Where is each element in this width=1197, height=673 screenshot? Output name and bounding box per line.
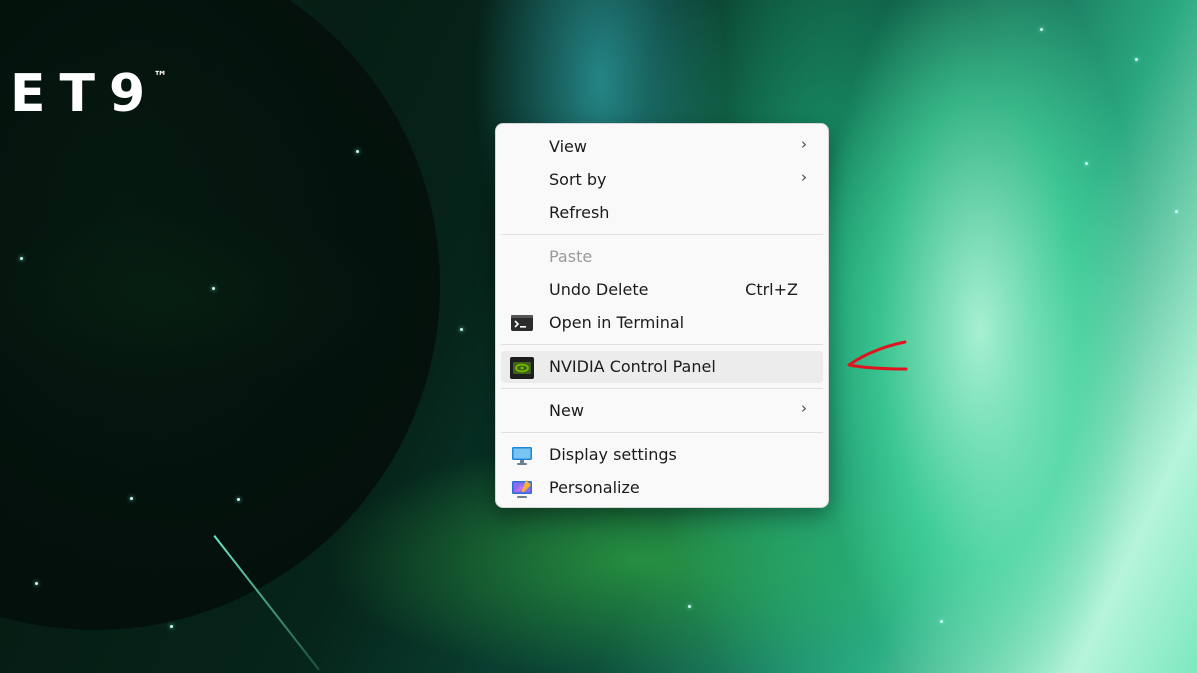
menu-item-label: Display settings — [549, 445, 677, 464]
logo-text: ET9 — [10, 64, 160, 124]
menu-item-paste: Paste — [501, 241, 823, 273]
star — [20, 257, 23, 260]
desktop-logo: ET9™ — [10, 68, 173, 120]
menu-item-nvidia-control-panel[interactable]: NVIDIA Control Panel — [501, 351, 823, 383]
star — [130, 497, 133, 500]
star — [356, 150, 359, 153]
chevron-right-icon: › — [801, 399, 807, 417]
menu-item-refresh[interactable]: Refresh — [501, 197, 823, 229]
menu-item-label: New — [549, 401, 584, 420]
terminal-icon — [510, 313, 534, 333]
menu-separator — [501, 344, 823, 345]
nvidia-icon — [510, 357, 534, 379]
star — [1085, 162, 1088, 165]
star — [212, 287, 215, 290]
menu-item-open-in-terminal[interactable]: Open in Terminal — [501, 307, 823, 339]
personalize-icon — [510, 478, 534, 498]
desktop-context-menu: View › Sort by › Refresh Paste Undo Dele… — [495, 123, 829, 508]
menu-item-label: View — [549, 137, 587, 156]
menu-item-label: Sort by — [549, 170, 607, 189]
menu-item-label: Refresh — [549, 203, 610, 222]
display-settings-icon — [510, 445, 534, 465]
chevron-right-icon: › — [801, 135, 807, 153]
menu-item-new[interactable]: New › — [501, 395, 823, 427]
menu-item-label: Paste — [549, 247, 593, 266]
menu-item-undo-delete[interactable]: Undo Delete Ctrl+Z — [501, 274, 823, 306]
menu-separator — [501, 234, 823, 235]
menu-separator — [501, 388, 823, 389]
star — [237, 498, 240, 501]
menu-item-display-settings[interactable]: Display settings — [501, 439, 823, 471]
menu-separator — [501, 432, 823, 433]
star — [688, 605, 691, 608]
star — [35, 582, 38, 585]
menu-item-label: Open in Terminal — [549, 313, 685, 332]
star — [170, 625, 173, 628]
chevron-right-icon: › — [801, 168, 807, 186]
menu-item-label: Undo Delete — [549, 280, 649, 299]
trademark-mark: ™ — [153, 69, 168, 85]
menu-item-sort-by[interactable]: Sort by › — [501, 164, 823, 196]
menu-item-shortcut: Ctrl+Z — [745, 280, 798, 299]
star — [1175, 210, 1178, 213]
star — [1135, 58, 1138, 61]
star — [940, 620, 943, 623]
menu-item-view[interactable]: View › — [501, 131, 823, 163]
star — [1040, 28, 1043, 31]
menu-item-label: Personalize — [549, 478, 640, 497]
menu-item-personalize[interactable]: Personalize — [501, 472, 823, 504]
star — [460, 328, 463, 331]
menu-item-label: NVIDIA Control Panel — [549, 357, 716, 376]
red-annotation-arrow — [847, 340, 908, 371]
